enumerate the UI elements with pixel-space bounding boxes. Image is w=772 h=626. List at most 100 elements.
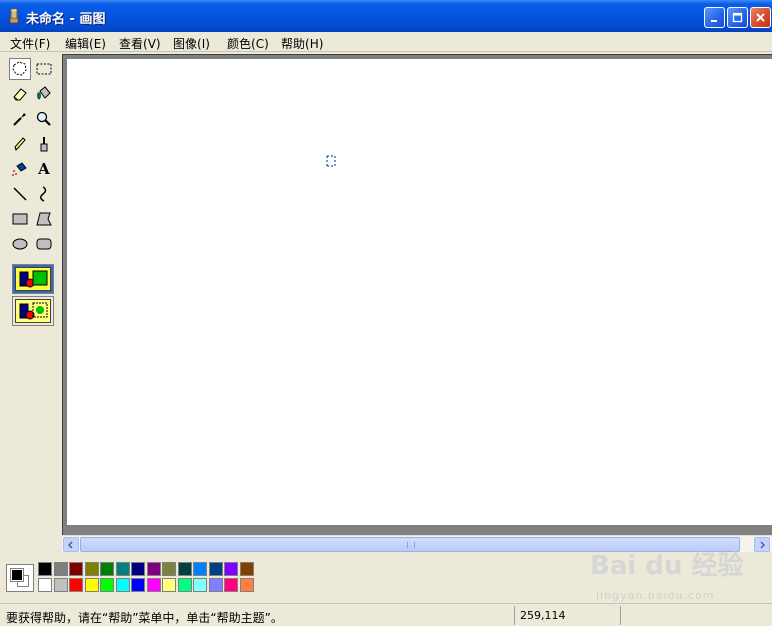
status-separator [620, 606, 621, 625]
menu-help[interactable]: 帮助(H) [281, 35, 323, 52]
tool-brush[interactable] [33, 133, 55, 155]
tool-ellipse[interactable] [9, 233, 31, 255]
pencil-icon [14, 137, 26, 151]
tool-pencil[interactable] [9, 133, 31, 155]
menu-view[interactable]: 查看(V) [119, 35, 161, 52]
maximize-icon [732, 12, 743, 23]
transparent-selection-icon [19, 302, 48, 320]
color-swatch[interactable] [146, 562, 161, 576]
color-swatch[interactable] [131, 578, 145, 592]
tool-polygon[interactable] [33, 208, 55, 230]
status-coordinates: 259,114 [520, 609, 566, 622]
menu-image-key: (I) [197, 37, 210, 51]
color-swatch[interactable] [146, 578, 161, 592]
maximize-button[interactable] [727, 7, 748, 28]
color-swatch[interactable] [69, 562, 83, 576]
title-bar[interactable]: 未命名 - 画图 [0, 0, 772, 32]
color-swatch[interactable] [115, 562, 130, 576]
color-swatch[interactable] [38, 578, 52, 592]
current-colors[interactable] [6, 564, 34, 592]
window-title: 未命名 - 画图 [26, 12, 106, 27]
color-swatch[interactable] [131, 562, 145, 576]
tool-curve[interactable] [33, 183, 55, 205]
color-swatch[interactable] [177, 562, 192, 576]
status-help-text: 要获得帮助，请在“帮助”菜单中，单击“帮助主题”。 [6, 611, 283, 625]
scroll-left-button[interactable] [63, 537, 79, 552]
transparent-option-swatch [15, 299, 51, 323]
watermark-text: Bai du 经验 [590, 551, 744, 581]
color-swatch[interactable] [193, 562, 207, 576]
menu-view-key: (V) [143, 37, 161, 51]
watermark-sub: jingyan.baidu.com [596, 589, 715, 602]
tool-rounded-rectangle[interactable] [33, 233, 55, 255]
rect-select-icon [36, 63, 52, 75]
menu-edit[interactable]: 编辑(E) [65, 35, 106, 52]
chevron-left-icon [67, 540, 73, 549]
tool-free-form-select[interactable] [9, 58, 31, 80]
menu-image[interactable]: 图像(I) [173, 35, 210, 52]
baidu-watermark: Bai du 经验 jingyan.baidu.com [590, 545, 770, 605]
drawing-canvas[interactable] [67, 59, 772, 525]
color-swatch[interactable] [239, 578, 254, 592]
color-swatch[interactable] [224, 578, 238, 592]
paint-window: 未命名 - 画图 文件(F) 编辑(E) 查看(V) 图像(I) 颜色(C) 帮… [0, 0, 772, 626]
menu-file-key: (F) [34, 37, 51, 51]
color-swatch[interactable] [239, 562, 254, 576]
selection-transparent-option[interactable] [12, 296, 54, 326]
tool-rectangle[interactable] [9, 208, 31, 230]
free-select-icon [12, 61, 27, 76]
tool-magnifier[interactable] [33, 108, 55, 130]
menu-bar: 文件(F) 编辑(E) 查看(V) 图像(I) 颜色(C) 帮助(H) [0, 32, 772, 52]
color-swatch[interactable] [84, 562, 99, 576]
color-swatch[interactable] [100, 562, 114, 576]
menu-file[interactable]: 文件(F) [10, 35, 50, 52]
brush-icon [40, 137, 48, 152]
eraser-icon [13, 88, 27, 101]
status-separator [514, 606, 515, 625]
tool-fill[interactable] [33, 83, 55, 105]
toolbox: A [4, 54, 60, 554]
color-swatch[interactable] [193, 578, 207, 592]
scroll-grip [407, 542, 415, 548]
rounded-rect-icon [36, 238, 52, 250]
tool-text[interactable]: A [33, 158, 55, 180]
tool-airbrush[interactable] [9, 158, 31, 180]
menu-colors-key: (C) [251, 37, 269, 51]
cursor-selection-marker [326, 155, 336, 167]
color-swatch[interactable] [162, 578, 176, 592]
color-swatch[interactable] [84, 578, 99, 592]
color-swatch[interactable] [69, 578, 83, 592]
polygon-icon [36, 212, 52, 226]
ellipse-icon [12, 238, 28, 250]
tool-eraser[interactable] [9, 83, 31, 105]
paint-app-icon [9, 8, 19, 24]
minimize-icon [711, 20, 717, 22]
color-swatch[interactable] [208, 578, 223, 592]
close-button[interactable] [750, 7, 771, 28]
color-swatch[interactable] [115, 578, 130, 592]
canvas-workspace [62, 54, 772, 549]
close-icon [756, 13, 765, 22]
color-swatch[interactable] [162, 562, 176, 576]
selection-opaque-option[interactable] [12, 264, 54, 294]
color-swatch[interactable] [53, 578, 68, 592]
text-icon: A [38, 160, 50, 178]
menu-colors[interactable]: 颜色(C) [227, 35, 269, 52]
color-swatch[interactable] [177, 578, 192, 592]
tool-rect-select[interactable] [33, 58, 55, 80]
opaque-option-swatch [15, 267, 51, 291]
color-swatch[interactable] [100, 578, 114, 592]
fill-bucket-icon [37, 86, 51, 100]
color-swatch[interactable] [208, 562, 223, 576]
tool-line[interactable] [9, 183, 31, 205]
color-swatch[interactable] [53, 562, 68, 576]
minimize-button[interactable] [704, 7, 725, 28]
color-swatch[interactable] [38, 562, 52, 576]
color-swatch[interactable] [224, 562, 238, 576]
menu-edit-label: 编辑 [65, 37, 90, 51]
menu-colors-label: 颜色 [227, 37, 252, 51]
menu-file-label: 文件 [10, 37, 35, 51]
tool-pick-color[interactable] [9, 108, 31, 130]
menu-view-label: 查看 [119, 37, 144, 51]
curve-icon [40, 186, 47, 202]
